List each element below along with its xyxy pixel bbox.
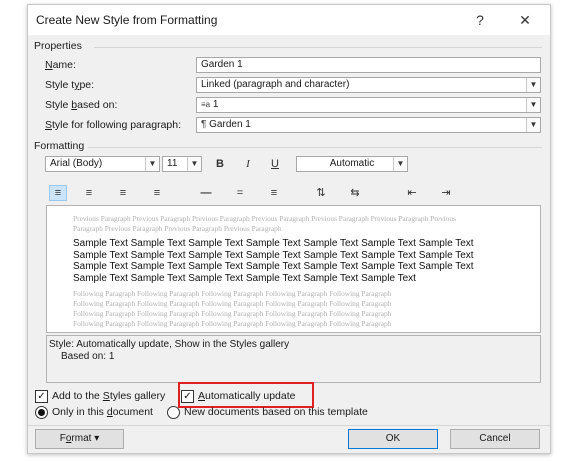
decrease-paragraph-spacing-icon[interactable]: ⇆ (346, 185, 364, 201)
following-paragraph-text: Following Paragraph Following Paragraph … (73, 299, 392, 308)
add-to-gallery-checkbox[interactable]: ✓ (35, 390, 48, 403)
chevron-down-icon[interactable]: ▼ (526, 98, 540, 112)
style-type-value: Linked (paragraph and character) (201, 79, 350, 90)
properties-divider (94, 47, 542, 48)
align-left-icon[interactable]: ≡ (49, 185, 67, 201)
new-documents-radio[interactable] (167, 406, 180, 419)
create-style-dialog: Create New Style from Formatting ? ✕ Pro… (27, 4, 551, 454)
formatting-heading: Formatting (34, 140, 85, 152)
format-button-label: Format ▾ (59, 433, 100, 444)
font-color-value: Automatic (329, 158, 375, 169)
font-size-select[interactable]: 11 ▼ (162, 156, 202, 172)
close-button[interactable]: ✕ (510, 9, 540, 31)
chevron-down-icon[interactable]: ▼ (526, 78, 540, 92)
title-bar: Create New Style from Formatting ? ✕ (28, 5, 550, 35)
chevron-down-icon[interactable]: ▼ (187, 157, 201, 171)
highlight-box (178, 382, 314, 408)
name-label: Name: (45, 59, 76, 71)
italic-button[interactable]: I (239, 156, 257, 172)
following-style-select[interactable]: ¶ Garden 1 ▼ (196, 117, 541, 133)
sample-text: Sample Text Sample Text Sample Text Samp… (73, 238, 474, 284)
align-right-icon[interactable]: ≡ (114, 185, 132, 201)
properties-heading: Properties (34, 40, 82, 52)
double-spacing-icon[interactable]: ≡ (265, 185, 283, 201)
chevron-down-icon[interactable]: ▼ (526, 118, 540, 132)
following-paragraph-text: Following Paragraph Following Paragraph … (73, 319, 392, 328)
single-spacing-icon[interactable]: — (197, 185, 215, 201)
following-paragraph-text: Following Paragraph Following Paragraph … (73, 329, 483, 331)
cancel-button[interactable]: Cancel (450, 429, 540, 449)
underline-button[interactable]: U (266, 156, 284, 172)
style-based-value: 1 (212, 99, 219, 110)
font-select[interactable]: Arial (Body) ▼ (45, 156, 160, 172)
only-this-document-radio[interactable] (35, 406, 48, 419)
only-this-document-label: Only in this document (52, 406, 153, 418)
style-type-label: Style type: (45, 79, 95, 91)
description-based-on: Based on: 1 (61, 351, 115, 362)
previous-paragraph-text: Previous Paragraph Previous Paragraph Pr… (73, 214, 456, 233)
chevron-down-icon[interactable]: ▼ (393, 157, 407, 171)
following-paragraph-text: Following Paragraph Following Paragraph … (73, 289, 392, 298)
following-paragraph-text: Following Paragraph Following Paragraph … (73, 309, 392, 318)
help-button[interactable]: ? (465, 9, 495, 31)
style-based-label: Style based on: (45, 99, 118, 111)
font-size-value: 11 (167, 158, 178, 169)
decrease-indent-icon[interactable]: ⇤ (403, 185, 421, 201)
paragraph-style-icon: ≡a (201, 100, 211, 109)
increase-paragraph-spacing-icon[interactable]: ⇅ (312, 185, 330, 201)
bottom-divider (28, 425, 550, 426)
new-documents-label: New documents based on this template (184, 406, 368, 418)
add-to-gallery-label: Add to the Styles gallery (52, 390, 166, 402)
style-type-select[interactable]: Linked (paragraph and character) ▼ (196, 77, 541, 93)
pilcrow-icon: ¶ (201, 119, 207, 130)
increase-indent-icon[interactable]: ⇥ (437, 185, 455, 201)
name-field[interactable]: Garden 1 (196, 57, 541, 73)
ok-button[interactable]: OK (348, 429, 438, 449)
font-value: Arial (Body) (50, 158, 103, 169)
chevron-down-icon[interactable]: ▼ (145, 157, 159, 171)
following-style-value: Garden 1 (209, 119, 251, 130)
one-half-spacing-icon[interactable]: = (231, 185, 249, 201)
font-color-select[interactable]: Automatic ▼ (296, 156, 408, 172)
bold-button[interactable]: B (211, 156, 229, 172)
dialog-title: Create New Style from Formatting (36, 13, 218, 27)
description-line: Style: Automatically update, Show in the… (49, 339, 290, 350)
style-description: Style: Automatically update, Show in the… (46, 335, 541, 383)
align-center-icon[interactable]: ≡ (80, 185, 98, 201)
formatting-divider (88, 147, 542, 148)
style-preview: Previous Paragraph Previous Paragraph Pr… (46, 205, 541, 333)
format-button[interactable]: Format ▾ (35, 429, 124, 449)
justify-icon[interactable]: ≡ (148, 185, 166, 201)
following-style-label: Style for following paragraph: (45, 119, 182, 131)
style-based-select[interactable]: ≡a 1 ▼ (196, 97, 541, 113)
